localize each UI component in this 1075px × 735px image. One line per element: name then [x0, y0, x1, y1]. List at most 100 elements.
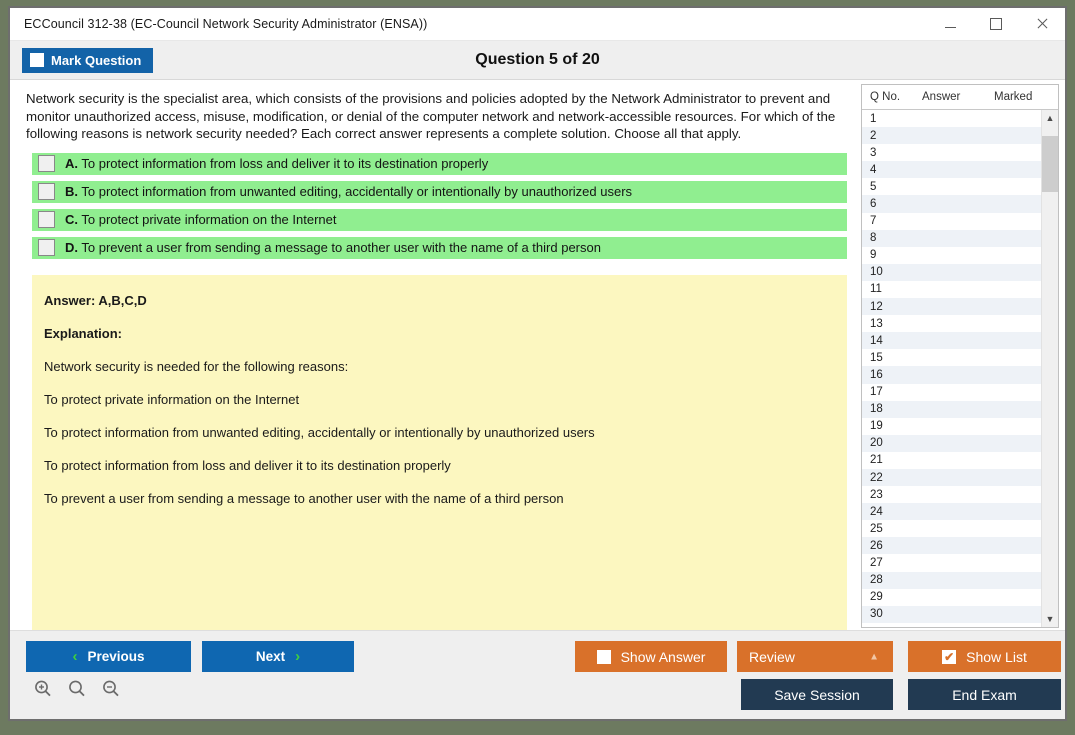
table-row[interactable]: 13 [862, 315, 1041, 332]
explanation-heading: Explanation: [44, 326, 847, 341]
table-row[interactable]: 29 [862, 589, 1041, 606]
show-answer-button[interactable]: Show Answer [575, 641, 727, 672]
row-question-number: 25 [862, 523, 922, 535]
table-row[interactable]: 5 [862, 178, 1041, 195]
zoom-reset-button[interactable] [64, 676, 90, 702]
scrollbar-track[interactable] [1042, 126, 1058, 611]
table-row[interactable]: 14 [862, 332, 1041, 349]
column-header-answer: Answer [922, 91, 994, 103]
row-question-number: 30 [862, 608, 922, 620]
table-row[interactable]: 9 [862, 247, 1041, 264]
table-row[interactable]: 2 [862, 127, 1041, 144]
table-row[interactable]: 28 [862, 572, 1041, 589]
table-row[interactable]: 12 [862, 298, 1041, 315]
table-row[interactable]: 21 [862, 452, 1041, 469]
table-row[interactable]: 17 [862, 384, 1041, 401]
option-d-letter: D. [65, 240, 78, 255]
row-question-number: 2 [862, 130, 922, 142]
table-row[interactable]: 11 [862, 281, 1041, 298]
row-question-number: 12 [862, 301, 922, 313]
row-question-number: 24 [862, 506, 922, 518]
option-a-letter: A. [65, 156, 78, 171]
show-list-button[interactable]: ✔ Show List [908, 641, 1061, 672]
table-row[interactable]: 15 [862, 349, 1041, 366]
row-question-number: 14 [862, 335, 922, 347]
table-row[interactable]: 3 [862, 144, 1041, 161]
previous-button[interactable]: ‹ Previous [26, 641, 191, 672]
table-row[interactable]: 7 [862, 213, 1041, 230]
table-row[interactable]: 25 [862, 520, 1041, 537]
table-row[interactable]: 4 [862, 161, 1041, 178]
save-session-button[interactable]: Save Session [741, 679, 893, 710]
table-row[interactable]: 23 [862, 486, 1041, 503]
option-d-checkbox-icon[interactable] [38, 239, 55, 256]
show-list-checkbox-icon: ✔ [942, 650, 956, 664]
row-question-number: 19 [862, 420, 922, 432]
option-d[interactable]: D. To prevent a user from sending a mess… [32, 237, 847, 259]
show-answer-label: Show Answer [621, 649, 706, 665]
row-question-number: 21 [862, 454, 922, 466]
row-question-number: 22 [862, 472, 922, 484]
explanation-line-4: To protect information from loss and del… [44, 458, 847, 473]
row-question-number: 8 [862, 232, 922, 244]
chevron-up-icon: ▲ [869, 651, 879, 662]
option-c-letter: C. [65, 212, 78, 227]
table-row[interactable]: 24 [862, 503, 1041, 520]
page-title: Question 5 of 20 [10, 51, 1065, 69]
minimize-button[interactable] [927, 9, 973, 40]
table-row[interactable]: 26 [862, 537, 1041, 554]
table-row[interactable]: 19 [862, 418, 1041, 435]
mark-question-button[interactable]: Mark Question [22, 48, 153, 73]
row-question-number: 27 [862, 557, 922, 569]
table-row[interactable]: 20 [862, 435, 1041, 452]
chevron-left-icon: ‹ [72, 648, 77, 665]
option-c-checkbox-icon[interactable] [38, 211, 55, 228]
table-row[interactable]: 10 [862, 264, 1041, 281]
row-question-number: 18 [862, 403, 922, 415]
table-row[interactable]: 8 [862, 230, 1041, 247]
table-row[interactable]: 1 [862, 110, 1041, 127]
table-row[interactable]: 30 [862, 606, 1041, 623]
close-button[interactable] [1019, 9, 1065, 40]
table-row[interactable]: 18 [862, 401, 1041, 418]
option-b-label: B. To protect information from unwanted … [65, 184, 632, 199]
end-exam-button[interactable]: End Exam [908, 679, 1061, 710]
scrollbar-thumb[interactable] [1042, 136, 1058, 192]
answer-line: Answer: A,B,C,D [44, 293, 847, 308]
zoom-out-icon [101, 679, 121, 699]
table-row[interactable]: 6 [862, 195, 1041, 212]
column-header-marked: Marked [994, 91, 1058, 103]
magnifier-icon [67, 679, 87, 699]
option-a-text: To protect information from loss and del… [81, 156, 488, 171]
zoom-in-button[interactable] [30, 676, 56, 702]
zoom-toolbar [30, 676, 124, 702]
question-list-scrollbar[interactable]: ▲ ▼ [1041, 110, 1058, 627]
question-list-panel: Q No. Answer Marked 12345678910111213141… [861, 84, 1059, 628]
option-b-text: To protect information from unwanted edi… [81, 184, 632, 199]
option-b-letter: B. [65, 184, 78, 199]
option-c[interactable]: C. To protect private information on the… [32, 209, 847, 231]
row-question-number: 16 [862, 369, 922, 381]
maximize-button[interactable] [973, 9, 1019, 40]
zoom-out-button[interactable] [98, 676, 124, 702]
scroll-up-icon[interactable]: ▲ [1042, 110, 1058, 126]
table-row[interactable]: 22 [862, 469, 1041, 486]
footer-toolbar: ‹ Previous Next › Show Answer Review ▲ ✔… [10, 630, 1065, 719]
next-button[interactable]: Next › [202, 641, 354, 672]
row-question-number: 23 [862, 489, 922, 501]
table-row[interactable]: 16 [862, 366, 1041, 383]
option-b-checkbox-icon[interactable] [38, 183, 55, 200]
option-a-checkbox-icon[interactable] [38, 155, 55, 172]
row-question-number: 11 [862, 283, 922, 295]
chevron-right-icon: › [295, 648, 300, 665]
explanation-line-2: To protect private information on the In… [44, 392, 847, 407]
option-b[interactable]: B. To protect information from unwanted … [32, 181, 847, 203]
scroll-down-icon[interactable]: ▼ [1042, 611, 1058, 627]
explanation-line-1: Network security is needed for the follo… [44, 359, 847, 374]
row-question-number: 29 [862, 591, 922, 603]
option-c-text: To protect private information on the In… [81, 212, 336, 227]
review-dropdown[interactable]: Review ▲ [737, 641, 893, 672]
table-row[interactable]: 27 [862, 554, 1041, 571]
option-a[interactable]: A. To protect information from loss and … [32, 153, 847, 175]
row-question-number: 28 [862, 574, 922, 586]
